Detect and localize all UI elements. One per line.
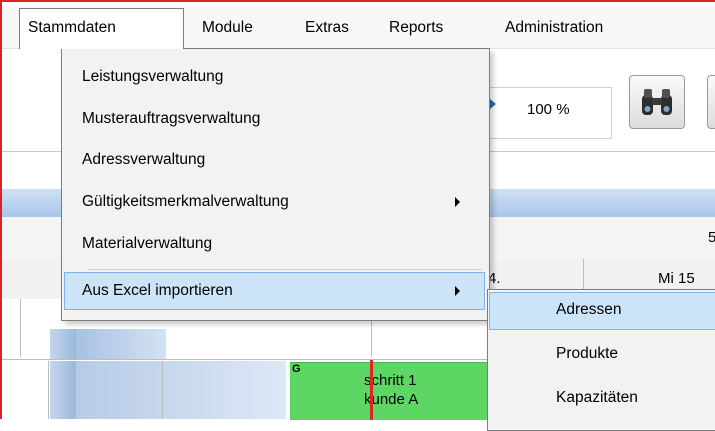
menu-administration[interactable]: Administration [497, 8, 611, 48]
submenu-item-produkte[interactable]: Produkte [556, 345, 618, 363]
dropdown-item-adressverwaltung[interactable]: Adressverwaltung [62, 142, 489, 178]
calendar-day-right: Mi 15 [658, 270, 695, 287]
menu-reports[interactable]: Reports [381, 8, 451, 48]
submenu-arrow-icon [455, 286, 460, 296]
excel-import-submenu: Adressen Produkte Kapazitäten [487, 289, 715, 431]
toolbar-button-partial[interactable] [707, 75, 715, 129]
dropdown-item-gueltigkeitsmerkmalverwaltung[interactable]: Gültigkeitsmerkmalverwaltung [62, 184, 489, 220]
submenu-arrow-icon [455, 197, 460, 207]
search-button[interactable] [629, 75, 685, 129]
menu-extras[interactable]: Extras [297, 8, 357, 48]
grid-line [48, 361, 49, 419]
menu-stammdaten[interactable]: Stammdaten [19, 8, 184, 49]
dropdown-item-label: Aus Excel importieren [82, 282, 233, 299]
dropdown-item-label: Adressverwaltung [82, 151, 206, 168]
dropdown-item-label: Gültigkeitsmerkmalverwaltung [82, 193, 289, 210]
submenu-item-adressen[interactable]: Adressen [556, 301, 621, 319]
resource-cell [76, 361, 286, 419]
resource-cell [76, 329, 166, 359]
zoom-value: 100 % [527, 101, 570, 118]
today-line [370, 360, 373, 420]
task-marker: G [292, 363, 301, 375]
calendar-week-label: 5 [708, 229, 715, 246]
resource-cell [50, 361, 76, 419]
grid-line [20, 299, 21, 357]
menubar: Stammdaten Module Extras Reports Adminis… [2, 8, 715, 49]
dropdown-item-aus-excel-importieren[interactable]: Aus Excel importieren [62, 273, 489, 309]
grid-line [162, 361, 163, 419]
binoculars-icon [642, 89, 672, 115]
dropdown-item-label: Leistungsverwaltung [82, 68, 224, 85]
stammdaten-dropdown: Leistungsverwaltung Musterauftragsverwal… [61, 48, 490, 321]
dropdown-item-materialverwaltung[interactable]: Materialverwaltung [62, 226, 489, 262]
menu-separator [88, 269, 482, 270]
dropdown-item-leistungsverwaltung[interactable]: Leistungsverwaltung [62, 59, 489, 95]
dropdown-item-label: Materialverwaltung [82, 235, 213, 252]
dropdown-item-label: Musterauftragsverwaltung [82, 110, 261, 127]
menu-module[interactable]: Module [194, 8, 261, 48]
submenu-item-kapazitaeten[interactable]: Kapazitäten [556, 389, 638, 407]
resource-cell [50, 329, 76, 359]
dropdown-item-musterauftragsverwaltung[interactable]: Musterauftragsverwaltung [62, 101, 489, 137]
window-frame-top [0, 0, 715, 2]
